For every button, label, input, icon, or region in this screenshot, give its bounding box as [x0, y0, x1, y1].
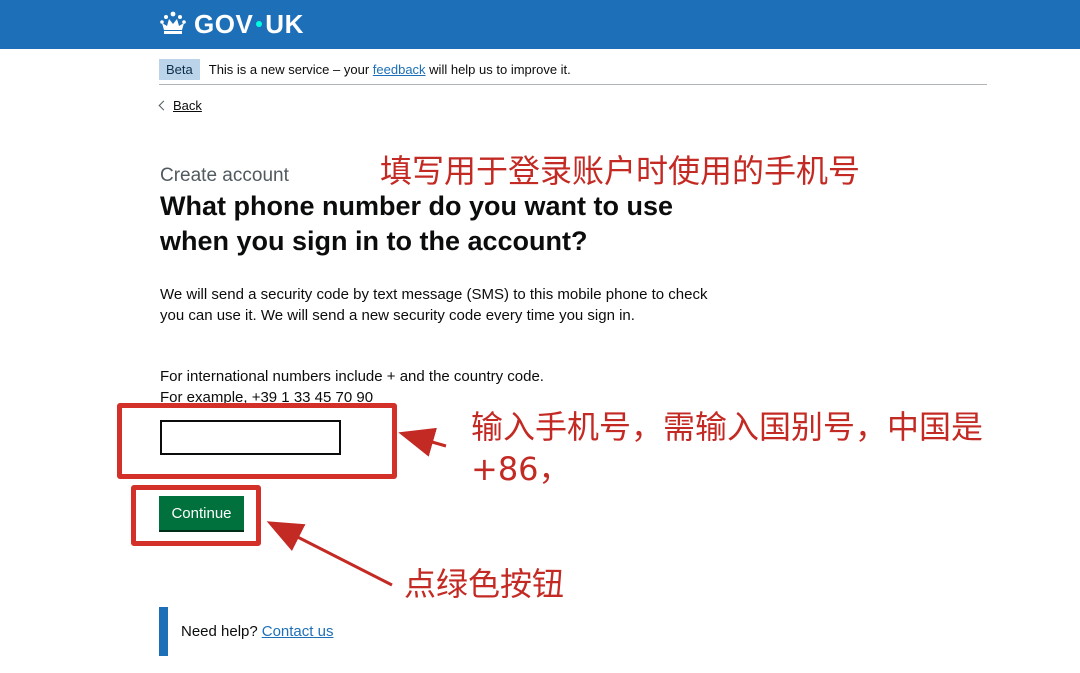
- gov-uk-header: GOV UK: [0, 0, 1080, 49]
- logo-dot: [256, 20, 263, 27]
- description-text: We will send a security code by text mes…: [160, 286, 708, 324]
- chevron-left-icon: [158, 100, 169, 111]
- logo-text-gov: GOV: [194, 8, 254, 39]
- help-text: Need help?: [181, 623, 258, 640]
- phase-text-before: This is a new service – your: [208, 62, 370, 77]
- phase-text-after: will help us to improve it.: [429, 62, 571, 77]
- phase-banner-text: This is a new service – your feedback wi…: [209, 62, 571, 77]
- crown-icon: [160, 11, 186, 34]
- annotation-title-note: 填写用于登录账户时使用的手机号: [380, 152, 861, 190]
- help-section: Need help? Contact us: [159, 607, 333, 656]
- contact-us-link[interactable]: Contact us: [262, 623, 334, 640]
- phone-hint-line1: For international numbers include + and …: [160, 368, 544, 385]
- arrow-to-input: [398, 427, 447, 457]
- page-caption: Create account: [160, 165, 289, 186]
- annotation-button-note: 点绿色按钮: [404, 565, 565, 603]
- phone-hint: For international numbers include + and …: [160, 366, 720, 408]
- annotation-box-button: [131, 485, 261, 546]
- annotation-box-input: [117, 403, 397, 479]
- page-title: What phone number do you want to use whe…: [160, 191, 673, 256]
- back-link[interactable]: Back: [158, 98, 202, 113]
- back-link-label: Back: [173, 98, 202, 113]
- feedback-link[interactable]: feedback: [373, 62, 426, 77]
- beta-tag: Beta: [159, 59, 200, 80]
- phase-banner: Beta This is a new service – your feedba…: [159, 55, 987, 85]
- gov-uk-logo[interactable]: GOV UK: [158, 8, 304, 40]
- logo-text-uk: UK: [265, 8, 304, 39]
- annotation-input-note: 输入手机号，需输入国别号，中国是+86，: [471, 408, 984, 488]
- arrow-to-button: [266, 521, 393, 587]
